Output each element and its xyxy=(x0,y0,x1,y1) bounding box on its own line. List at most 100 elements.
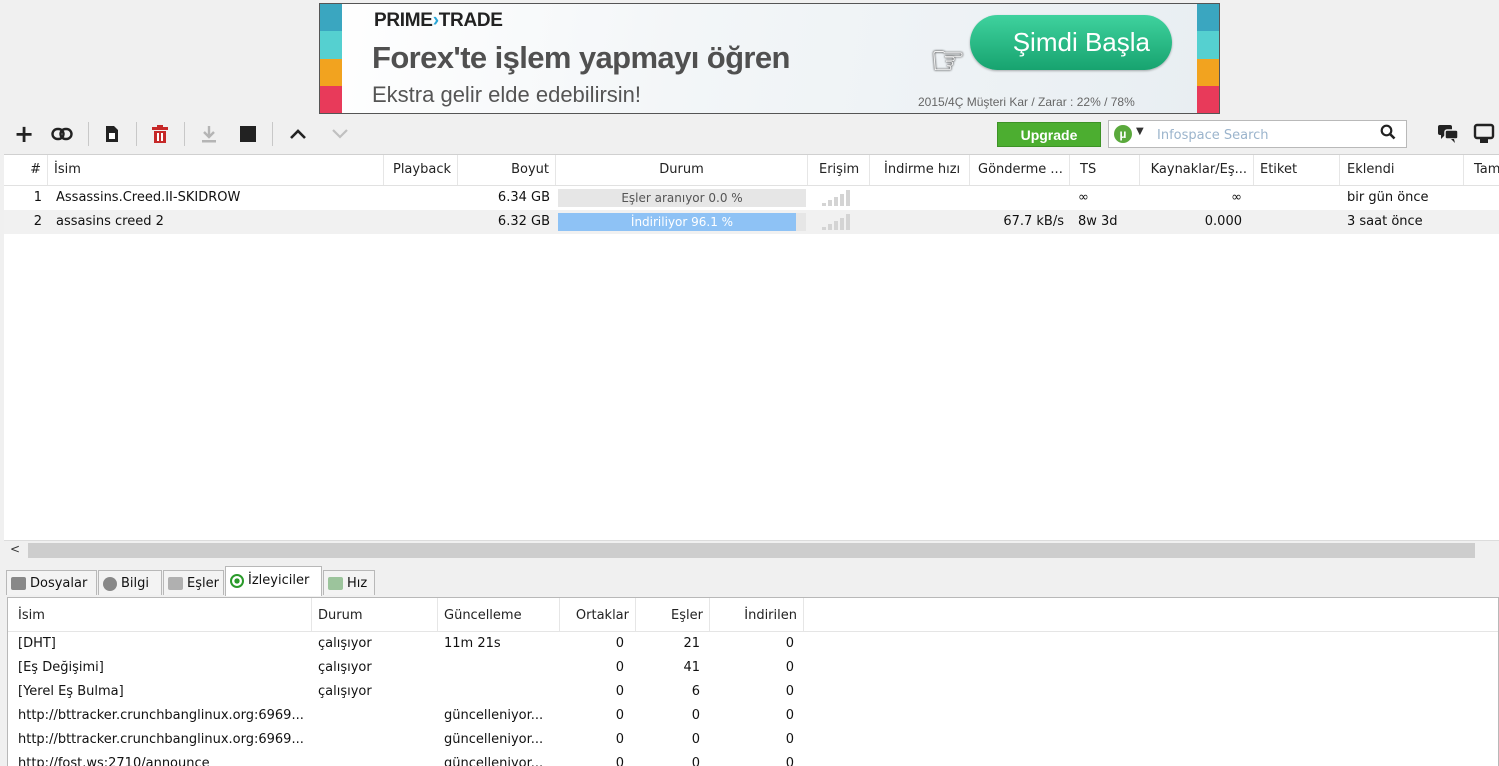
torrent-upload-speed xyxy=(970,186,1070,210)
peers-icon xyxy=(168,577,183,590)
tracker-update: güncelleniyor... xyxy=(444,732,544,747)
column-header-playback[interactable]: Playback xyxy=(384,155,458,185)
tracker-seeds: 0 xyxy=(615,660,624,675)
tracker-column-name[interactable]: İsim xyxy=(12,598,312,631)
column-header-availability[interactable]: Erişim xyxy=(808,155,870,185)
search-icon[interactable] xyxy=(1380,124,1396,144)
ad-banner[interactable]: PRIME›TRADE Forex'te işlem yapmayı öğren… xyxy=(319,3,1220,114)
add-link-icon[interactable] xyxy=(50,122,74,146)
tracker-name: [Yerel Eş Bulma] xyxy=(18,684,124,699)
tracker-row[interactable]: [Eş Değişimi] çalışıyor 0 41 0 xyxy=(8,656,1498,680)
tracker-peers: 6 xyxy=(691,684,700,699)
pointing-hand-icon: ☞ xyxy=(930,38,966,84)
tracker-row[interactable]: [Yerel Eş Bulma] çalışıyor 0 6 0 xyxy=(8,680,1498,704)
tracker-column-seeds[interactable]: Ortaklar xyxy=(560,598,636,631)
torrent-list: # İsim Playback Boyut Durum Erişim İndir… xyxy=(4,154,1499,560)
ad-disclaimer: 2015/4Ç Müşteri Kar / Zarar : 22% / 78% xyxy=(918,95,1135,109)
start-download-icon[interactable] xyxy=(197,122,221,146)
tracker-column-update[interactable]: Güncelleme xyxy=(438,598,560,631)
add-torrent-icon[interactable]: + xyxy=(12,120,36,148)
tracker-seeds: 0 xyxy=(615,732,624,747)
speed-graph-icon xyxy=(328,577,343,590)
tracker-peers: 0 xyxy=(691,708,700,723)
torrent-status: İndiriliyor 96.1 % xyxy=(630,215,734,229)
tracker-downloaded: 0 xyxy=(785,756,794,766)
chat-icon[interactable] xyxy=(1436,122,1460,146)
tracker-row[interactable]: http://bttracker.crunchbanglinux.org:696… xyxy=(8,704,1498,728)
column-header-added[interactable]: Eklendi xyxy=(1340,155,1464,185)
column-header-number[interactable]: # xyxy=(4,155,48,185)
tab-trackers[interactable]: İzleyiciler xyxy=(225,566,322,596)
column-header-download-speed[interactable]: İndirme hızı xyxy=(870,155,970,185)
upgrade-button[interactable]: Upgrade xyxy=(997,122,1101,147)
tracker-name: [Eş Değişimi] xyxy=(18,660,104,675)
torrent-name: Assassins.Creed.II-SKIDROW xyxy=(56,190,241,205)
tracker-seeds: 0 xyxy=(615,708,624,723)
tracker-row[interactable]: http://bttracker.crunchbanglinux.org:696… xyxy=(8,728,1498,752)
column-header-size[interactable]: Boyut xyxy=(458,155,556,185)
availability-bars-icon xyxy=(822,190,856,206)
ad-cta-button[interactable]: Şimdi Başla xyxy=(970,15,1172,70)
tab-label: Bilgi xyxy=(121,576,150,591)
toolbar-separator xyxy=(272,122,273,146)
tracker-seeds: 0 xyxy=(615,756,624,766)
tracker-peers: 21 xyxy=(683,636,700,651)
ad-stripe-segment xyxy=(1197,58,1219,86)
tab-label: Dosyalar xyxy=(30,576,88,591)
torrent-playback xyxy=(384,210,458,234)
search-provider-dropdown-icon[interactable]: ▼ xyxy=(1136,126,1144,137)
create-torrent-icon[interactable] xyxy=(100,122,124,146)
scrollbar-thumb[interactable] xyxy=(28,543,1475,558)
tracker-row[interactable]: [DHT] çalışıyor 11m 21s 0 21 0 xyxy=(8,632,1498,656)
ad-stripe-right xyxy=(1197,4,1219,113)
remove-icon[interactable] xyxy=(148,122,172,146)
tab-label: Hız xyxy=(347,576,368,591)
column-header-status[interactable]: Durum xyxy=(556,155,808,185)
torrent-seeds-peers: ∞ xyxy=(1231,190,1242,205)
torrent-progress-bar: Eşler aranıyor 0.0 % xyxy=(558,189,806,207)
availability-bars-icon xyxy=(822,214,856,230)
torrent-row[interactable]: 1 Assassins.Creed.II-SKIDROW 6.34 GB Eşl… xyxy=(4,186,1499,210)
trackers-panel: İsim Durum Güncelleme Ortaklar Eşler İnd… xyxy=(7,597,1499,766)
torrent-status: Eşler aranıyor 0.0 % xyxy=(621,191,743,205)
tracker-name: [DHT] xyxy=(18,636,56,651)
column-header-name[interactable]: İsim xyxy=(48,155,384,185)
ad-stripe-left xyxy=(320,4,342,113)
scroll-left-icon[interactable]: < xyxy=(10,542,20,556)
horizontal-scrollbar[interactable]: < xyxy=(4,540,1499,560)
tracker-column-downloaded[interactable]: İndirilen xyxy=(710,598,804,631)
column-header-completed[interactable]: Tam xyxy=(1464,155,1499,185)
torrent-playback xyxy=(384,186,458,210)
search-input[interactable] xyxy=(1155,124,1369,146)
column-header-eta[interactable]: TS xyxy=(1070,155,1140,185)
torrent-row[interactable]: 2 assasins creed 2 6.32 GB İndiriliyor 9… xyxy=(4,210,1499,234)
tracker-row[interactable]: http://fost.ws:2710/announce güncelleniyo… xyxy=(8,752,1498,766)
column-header-label[interactable]: Etiket xyxy=(1254,155,1340,185)
column-header-seeds-peers[interactable]: Kaynaklar/Eş... xyxy=(1140,155,1254,185)
utorrent-logo-icon[interactable]: µ xyxy=(1114,125,1132,143)
toolbar-separator xyxy=(184,122,185,146)
ad-subline: Ekstra gelir elde edebilirsin! xyxy=(372,82,642,107)
tracker-peers: 41 xyxy=(683,660,700,675)
torrent-number: 2 xyxy=(33,214,42,229)
tracker-column-status[interactable]: Durum xyxy=(312,598,438,631)
tab-info[interactable]: Bilgi xyxy=(98,570,162,595)
torrent-number: 1 xyxy=(33,190,42,205)
column-header-upload-speed[interactable]: Gönderme ... xyxy=(970,155,1070,185)
stop-icon[interactable] xyxy=(236,122,260,146)
tab-files[interactable]: Dosyalar xyxy=(6,570,97,595)
ad-stripe-segment xyxy=(1197,85,1219,113)
tab-peers[interactable]: Eşler xyxy=(163,570,224,595)
tracker-status xyxy=(312,752,438,766)
move-up-icon[interactable] xyxy=(286,122,310,146)
tracker-downloaded: 0 xyxy=(785,636,794,651)
tab-label: Eşler xyxy=(187,576,219,591)
tracker-column-peers[interactable]: Eşler xyxy=(636,598,710,631)
torrent-label xyxy=(1254,210,1340,234)
remote-device-icon[interactable] xyxy=(1472,122,1496,146)
ad-stripe-segment xyxy=(320,4,342,32)
tab-speed[interactable]: Hız xyxy=(323,570,375,595)
tracker-seeds: 0 xyxy=(615,636,624,651)
move-down-icon[interactable] xyxy=(328,122,352,146)
torrent-size: 6.34 GB xyxy=(497,190,550,205)
